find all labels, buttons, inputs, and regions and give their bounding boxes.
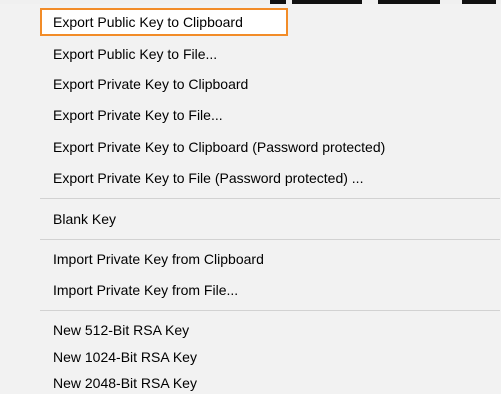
menu-item-import-private-key-clipboard[interactable]: Import Private Key from Clipboard — [40, 246, 480, 274]
menu-separator — [40, 198, 500, 199]
menu-item-import-private-key-file[interactable]: Import Private Key from File... — [40, 277, 480, 305]
menu-separator — [40, 239, 500, 240]
menu-item-new-1024-rsa-key[interactable]: New 1024-Bit RSA Key — [40, 344, 480, 372]
menu-item-export-private-key-clipboard-protected[interactable]: Export Private Key to Clipboard (Passwor… — [40, 134, 480, 162]
menu-item-new-512-rsa-key[interactable]: New 512-Bit RSA Key — [40, 317, 480, 345]
menu-item-export-private-key-file-protected[interactable]: Export Private Key to File (Password pro… — [40, 165, 480, 193]
menu-item-export-public-key-file[interactable]: Export Public Key to File... — [40, 41, 480, 69]
menu-item-export-private-key-file[interactable]: Export Private Key to File... — [40, 102, 480, 130]
menu-item-blank-key[interactable]: Blank Key — [40, 206, 480, 234]
key-context-menu: Export Public Key to Clipboard Export Pu… — [0, 4, 501, 394]
menu-item-new-2048-rsa-key[interactable]: New 2048-Bit RSA Key — [40, 370, 480, 394]
menu-item-export-public-key-clipboard[interactable]: Export Public Key to Clipboard — [40, 8, 288, 36]
menu-separator — [40, 310, 500, 311]
menu-item-export-private-key-clipboard[interactable]: Export Private Key to Clipboard — [40, 71, 480, 99]
